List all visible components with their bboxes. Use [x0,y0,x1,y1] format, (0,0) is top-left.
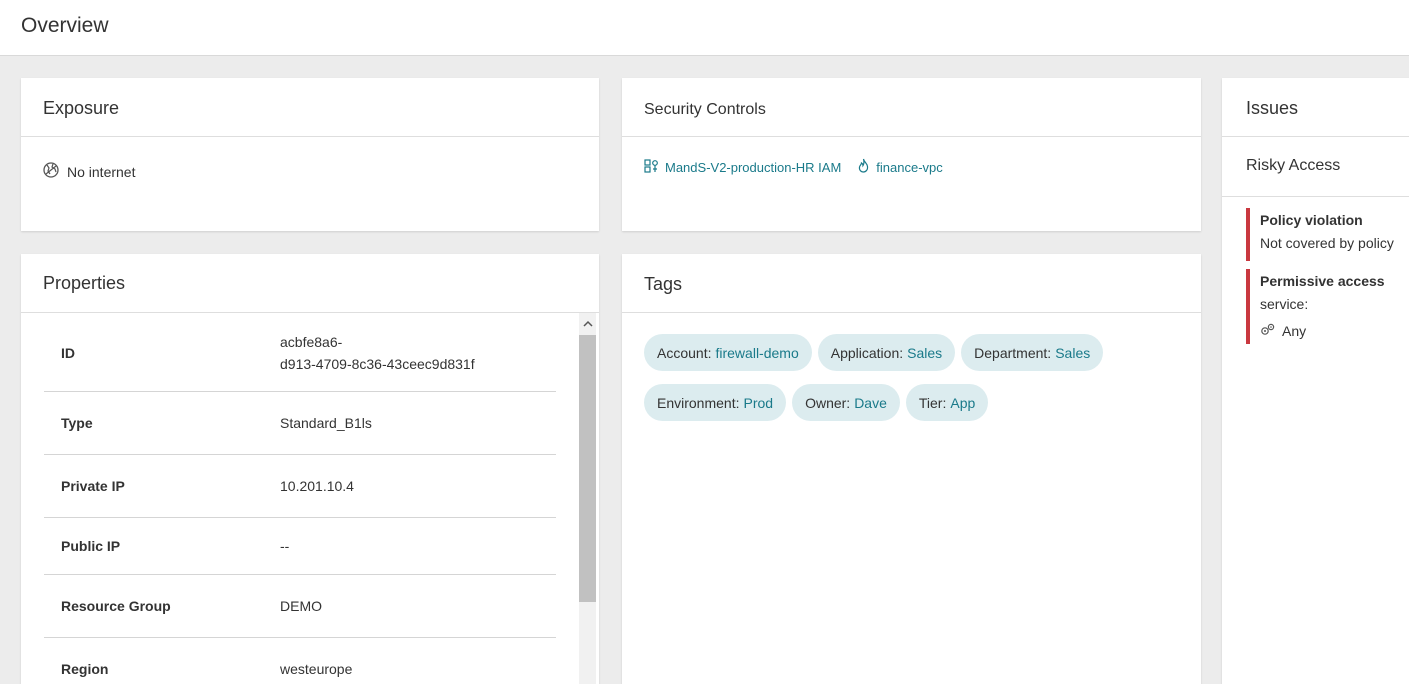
issue-policy-violation[interactable]: Policy violation Not covered by policy [1246,208,1409,261]
scroll-up-button[interactable] [579,313,596,333]
property-row-id: ID acbfe8a6- d913-4709-8c36-43ceec9d831f [44,314,556,392]
tag-key: Department: [974,344,1052,361]
exposure-status: No internet [43,162,135,181]
risky-access-header: Risky Access [1222,137,1409,197]
tag-chip[interactable]: Application: Sales [817,334,956,371]
property-label: Public IP [61,538,121,554]
iam-icon [644,158,665,176]
tags-list: Account: firewall-demo Application: Sale… [644,334,1164,434]
issue-title: Permissive access [1260,273,1385,289]
tags-title: Tags [644,274,683,294]
tag-key: Environment: [657,394,740,411]
issue-value-label: Any [1282,323,1307,339]
tag-chip[interactable]: Department: Sales [961,334,1104,371]
issues-title: Issues [1246,98,1299,118]
tag-chip[interactable]: Environment: Prod [644,384,787,421]
properties-table: ID acbfe8a6- d913-4709-8c36-43ceec9d831f… [44,314,556,684]
security-controls-title: Security Controls [644,101,766,118]
tag-chip[interactable]: Account: firewall-demo [644,334,812,371]
exposure-card-header: Exposure [21,78,599,137]
security-control-link-iam[interactable]: MandS-V2-production-HR IAM [644,158,842,176]
property-value: Standard_B1ls [280,415,372,431]
tag-value: Dave [854,394,887,411]
property-row-public-ip: Public IP -- [44,518,556,575]
property-row-private-ip: Private IP 10.201.10.4 [44,455,556,518]
tag-chip[interactable]: Owner: Dave [792,384,900,421]
properties-header: Properties [21,254,599,313]
property-label: Resource Group [61,598,171,614]
property-row-resource-group: Resource Group DEMO [44,575,556,638]
exposure-card: Exposure No internet [21,78,599,231]
tag-value: Sales [907,344,943,361]
scrollbar-thumb[interactable] [579,335,596,602]
exposure-title: Exposure [43,98,120,118]
issue-permissive-access[interactable]: Permissive access service: Any [1246,269,1409,344]
property-value: westeurope [280,661,353,677]
tag-key: Application: [830,344,904,361]
property-value: acbfe8a6- d913-4709-8c36-43ceec9d831f [280,333,475,372]
security-control-label: finance-vpc [876,159,943,175]
property-row-region: Region westeurope [44,638,556,684]
properties-scrollbar[interactable] [579,313,596,684]
issues-header: Issues [1222,78,1409,137]
issue-value: Any [1260,322,1409,340]
tag-value: Prod [743,394,774,411]
fire-icon [857,158,876,176]
security-control-label: MandS-V2-production-HR IAM [665,159,842,175]
gears-icon [1260,322,1282,340]
issue-detail: Not covered by policy [1260,235,1394,251]
tag-chip[interactable]: Tier: App [905,384,989,421]
security-controls-header: Security Controls [622,78,1201,137]
property-value: DEMO [280,598,322,614]
tag-key: Owner: [805,394,851,411]
properties-title: Properties [43,273,126,293]
tag-value: App [950,394,976,411]
issues-card: Issues Risky Access Policy violation Not… [1222,78,1409,684]
properties-card: Properties ID acbfe8a6- d913-4709-8c36-4… [21,254,599,684]
property-label: Region [61,661,109,677]
security-control-link-vpc[interactable]: finance-vpc [857,158,943,176]
exposure-value: No internet [67,163,136,180]
property-value: 10.201.10.4 [280,478,354,494]
tag-key: Tier: [918,394,947,411]
property-label: Private IP [61,478,125,494]
property-label: Type [61,415,93,431]
property-row-type: Type Standard_B1ls [44,392,556,455]
tag-value: Sales [1055,344,1091,361]
issue-detail: service: [1260,296,1309,312]
tags-header: Tags [622,254,1201,313]
tags-card: Tags Account: firewall-demo Application:… [622,254,1201,684]
property-value: -- [280,538,290,554]
risky-access-title: Risky Access [1246,157,1341,174]
property-label: ID [61,344,75,361]
tag-value: firewall-demo [715,344,799,361]
globe-icon [43,162,67,181]
chevron-up-icon [582,314,593,332]
page-header: Overview [0,0,1409,56]
tag-key: Account: [657,344,712,361]
page-title: Overview [21,14,109,37]
security-controls-links: MandS-V2-production-HR IAM finance-vpc [644,158,959,176]
issue-title: Policy violation [1260,212,1363,228]
security-controls-card: Security Controls MandS-V2-production-HR… [622,78,1201,231]
